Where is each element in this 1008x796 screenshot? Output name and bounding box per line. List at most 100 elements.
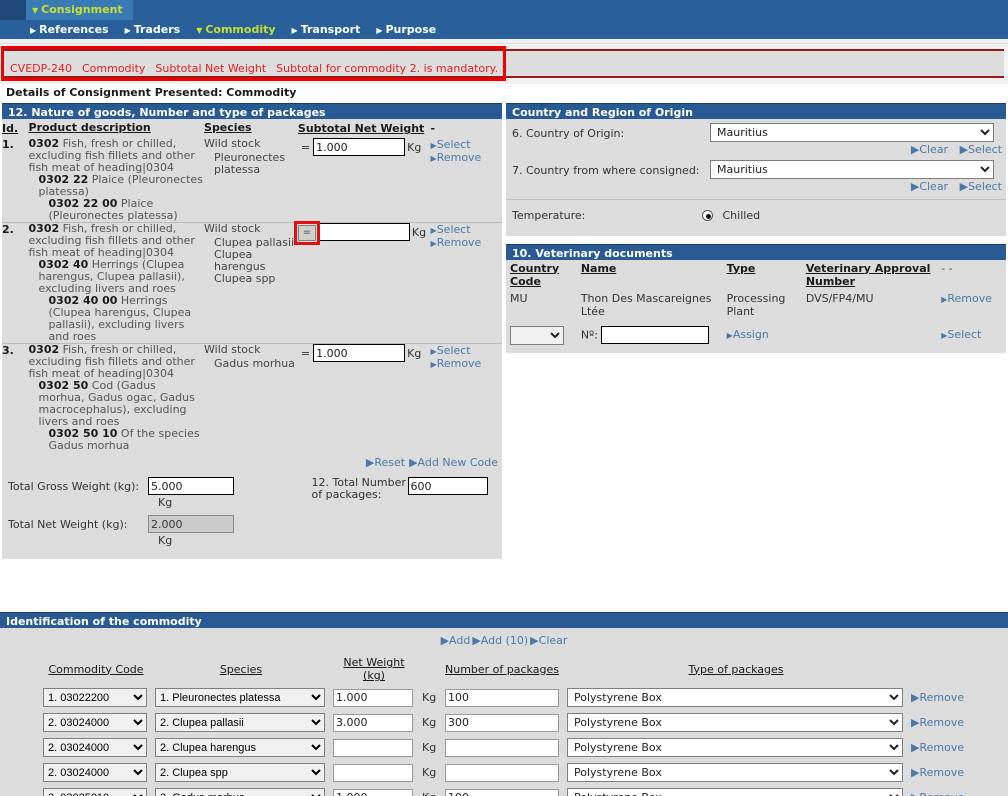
select-label: Select xyxy=(968,143,1002,156)
total-packages-input[interactable] xyxy=(407,477,488,495)
vet-assign-link[interactable]: ▶Assign xyxy=(727,328,798,341)
vet-new-number-cell: Nº: xyxy=(577,320,723,347)
package-type-select[interactable]: Polystyrene Box xyxy=(567,713,903,732)
assign-label: Assign xyxy=(732,327,769,341)
select-link[interactable]: ▶Select xyxy=(431,138,502,151)
net-weight-input[interactable] xyxy=(333,788,413,796)
species-select[interactable]: 2. Clupea harengus xyxy=(155,738,325,757)
vet-select-link[interactable]: ▶Select xyxy=(941,328,1002,341)
species-select[interactable]: 2. Clupea pallasii xyxy=(155,713,325,732)
country-of-origin-select[interactable]: Mauritius xyxy=(710,123,994,142)
identification-table: Commodity Code Species Net Weight (kg) N… xyxy=(38,651,970,796)
tab-traders[interactable]: ▶ Traders xyxy=(121,20,193,39)
number-of-packages-input[interactable] xyxy=(445,788,559,796)
tab-references[interactable]: ▶ References xyxy=(26,20,121,39)
identification-header-row: Commodity Code Species Net Weight (kg) N… xyxy=(42,655,966,683)
clear-label: Clear xyxy=(919,143,949,156)
reset-link[interactable]: ▶Reset xyxy=(366,456,405,469)
select-link[interactable]: ▶Select xyxy=(431,344,502,357)
species-select[interactable]: 1. Pleuronectes platessa xyxy=(155,688,325,707)
clear-link-top[interactable]: ▶Clear xyxy=(530,634,567,647)
clear-origin-link[interactable]: ▶Clear xyxy=(911,143,948,156)
tab-purpose[interactable]: ▶ Purpose xyxy=(372,20,448,39)
vet-number-label: Nº: xyxy=(580,328,598,341)
ident-remove-link[interactable]: ▶Remove xyxy=(911,691,964,704)
total-packages-label: 12. Total Number of packages: xyxy=(311,476,406,501)
commodity-code-select[interactable]: 2. 03024000 xyxy=(43,738,147,757)
package-type-select[interactable]: Polystyrene Box xyxy=(567,688,903,707)
unit-label: Kg xyxy=(411,225,427,239)
species-select[interactable]: 2. Clupea spp xyxy=(155,763,325,782)
ident-weight-cell xyxy=(332,787,416,796)
subtotal-net-weight-input[interactable] xyxy=(317,223,410,241)
add-new-code-label: Add New Code xyxy=(417,456,498,469)
select-consigned-link[interactable]: ▶Select xyxy=(960,180,1002,193)
clear-consigned-link[interactable]: ▶Clear xyxy=(911,180,948,193)
triangle-right-icon: ▶ xyxy=(440,634,450,647)
ident-remove-link[interactable]: ▶Remove xyxy=(911,766,964,779)
remove-link[interactable]: ▶Remove xyxy=(431,236,502,249)
net-weight-input[interactable] xyxy=(333,763,413,782)
ident-actions-cell: ▶Remove xyxy=(910,687,966,708)
add-link-top[interactable]: ▶Add xyxy=(441,634,471,647)
select-link[interactable]: ▶Select xyxy=(431,223,502,236)
identification-panel: Identification of the commodity ▶Add ▶Add… xyxy=(0,612,1008,796)
species-select[interactable]: 3. Gadus morhua xyxy=(155,788,325,796)
tab-transport[interactable]: ▶ Transport xyxy=(288,20,373,39)
vet-country-code-select[interactable] xyxy=(510,325,564,345)
table-row: 3. 0302 Fish, fresh or chilled, excludin… xyxy=(2,344,502,453)
vet-col-country-code: Country Code xyxy=(510,261,560,288)
net-weight-input[interactable] xyxy=(333,738,413,757)
subtotal-net-weight-input[interactable] xyxy=(313,344,406,362)
tab-consignment[interactable]: ▼ Consignment xyxy=(26,0,133,20)
error-message-row: CVEDP-240 Commodity Subtotal Net Weight Sub… xyxy=(10,62,508,75)
number-of-packages-input[interactable] xyxy=(445,738,559,757)
ident-remove-link[interactable]: ▶Remove xyxy=(911,741,964,754)
vet-number-input[interactable] xyxy=(601,325,710,344)
tab-commodity[interactable]: ▼ Commodity xyxy=(192,20,287,39)
reset-label: Reset xyxy=(374,456,406,469)
ident-remove-link[interactable]: ▶Remove xyxy=(911,716,964,729)
vet-type: Processing Plant xyxy=(726,291,786,318)
remove-link[interactable]: ▶Remove xyxy=(431,151,502,164)
commodity-code-select[interactable]: 3. 03025010 xyxy=(43,788,147,796)
add10-link-top[interactable]: ▶Add (10) xyxy=(472,634,528,647)
commodity-code-select[interactable]: 1. 03022200 xyxy=(43,688,147,707)
total-net-label: Total Net Weight (kg): xyxy=(8,518,128,531)
add-new-code-link[interactable]: ▶Add New Code xyxy=(409,456,498,469)
remove-link[interactable]: ▶Remove xyxy=(431,357,502,370)
add-label: Add xyxy=(449,634,471,647)
remove-label: Remove xyxy=(436,357,482,370)
table-row: 2. 03024000 2. Clupea harengus Kg Polyst… xyxy=(42,737,966,758)
country-consigned-select[interactable]: Mauritius xyxy=(710,160,994,179)
number-of-packages-input[interactable] xyxy=(445,688,559,707)
ident-weight-cell xyxy=(332,762,416,783)
package-type-select[interactable]: Polystyrene Box xyxy=(567,763,903,782)
commodity-code-select[interactable]: 2. 03024000 xyxy=(43,713,147,732)
row-subtotal: = Kg xyxy=(298,138,431,223)
ident-remove-link[interactable]: ▶Remove xyxy=(911,791,964,796)
table-row: 3. 03025010 3. Gadus morhua Kg Polystyre… xyxy=(42,787,966,796)
select-origin-link[interactable]: ▶Select xyxy=(960,143,1002,156)
ident-species-cell: 3. Gadus morhua xyxy=(154,787,328,796)
equals-button[interactable]: = xyxy=(297,224,316,241)
equals-sign: = xyxy=(300,346,311,360)
subtotal-net-weight-input[interactable] xyxy=(313,138,406,156)
goods-panel-body: Id. Product description Species Subtotal… xyxy=(2,119,502,559)
package-type-select[interactable]: Polystyrene Box xyxy=(567,788,903,796)
total-gross-weight-input[interactable] xyxy=(148,477,234,495)
ident-type-cell: Polystyrene Box xyxy=(566,737,906,758)
package-type-select[interactable]: Polystyrene Box xyxy=(567,738,903,757)
number-of-packages-input[interactable] xyxy=(445,763,559,782)
totals-block: Total Gross Weight (kg): Kg Total Net We… xyxy=(2,471,502,559)
vet-table: Country Code Name Type Veterinary Approv… xyxy=(506,260,1006,347)
number-of-packages-input[interactable] xyxy=(445,713,559,732)
total-net-row: Total Net Weight (kg): Kg xyxy=(8,515,308,547)
temperature-radio-chilled[interactable] xyxy=(702,209,713,221)
commodity-code-select[interactable]: 2. 03024000 xyxy=(43,763,147,782)
ident-type-cell: Polystyrene Box xyxy=(566,712,906,733)
net-weight-input[interactable] xyxy=(333,713,413,732)
vet-remove-link[interactable]: ▶Remove xyxy=(941,292,1002,305)
ident-species-cell: 2. Clupea harengus xyxy=(154,737,328,758)
net-weight-input[interactable] xyxy=(333,688,413,707)
